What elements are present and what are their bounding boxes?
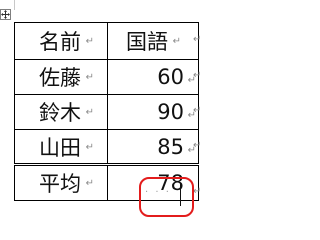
cell-end-mark: ↵ — [172, 36, 181, 47]
student-score: 90 — [157, 100, 184, 124]
cell-end-mark: ↵ — [85, 178, 94, 189]
row-end-mark: ↵ — [193, 105, 202, 116]
row-end-mark: ↵ — [193, 34, 202, 45]
highlight-annotation-circle — [139, 177, 194, 217]
table-row: 山田 ↵ 85 ↵ — [14, 129, 199, 165]
header-name-label: 名前 — [39, 30, 81, 54]
score-table: 名前 ↵ 国語 ↵ 佐藤 ↵ 60 ↵ 鈴木 ↵ 90 ↵ 山田 ↵ 85 ↵ 平均 ↵ — [14, 22, 199, 201]
table-row: 佐藤 ↵ 60 ↵ — [14, 59, 199, 95]
score-cell[interactable]: 85 ↵ — [107, 129, 199, 165]
score-cell[interactable]: 60 ↵ — [107, 59, 199, 95]
student-score: 60 — [157, 65, 184, 89]
row-end-mark: ↵ — [193, 140, 202, 151]
header-subject-label: 国語 — [126, 30, 168, 54]
row-end-mark: ↵ — [193, 186, 202, 197]
name-cell[interactable]: 佐藤 ↵ — [14, 59, 108, 95]
cell-end-mark: ↵ — [85, 72, 94, 83]
average-label: 平均 — [39, 172, 81, 196]
student-name: 鈴木 — [39, 101, 81, 125]
name-cell[interactable]: 鈴木 ↵ — [14, 94, 108, 130]
student-score: 85 — [157, 134, 184, 159]
row-end-mark: ↵ — [193, 70, 202, 81]
header-subject-cell[interactable]: 国語 ↵ — [107, 22, 199, 60]
score-cell[interactable]: 90 ↵ — [107, 94, 199, 130]
name-cell[interactable]: 山田 ↵ — [14, 129, 108, 165]
cell-end-mark: ↵ — [85, 107, 94, 118]
table-header-row: 名前 ↵ 国語 ↵ — [14, 22, 199, 60]
cell-end-mark: ↵ — [85, 36, 94, 47]
cell-end-mark: ↵ — [85, 141, 94, 153]
table-row: 鈴木 ↵ 90 ↵ — [14, 94, 199, 130]
header-name-cell[interactable]: 名前 ↵ — [14, 22, 108, 60]
student-name: 山田 — [39, 135, 81, 160]
page-margin-guide — [14, 0, 15, 10]
student-name: 佐藤 — [39, 66, 81, 90]
table-move-handle-icon[interactable] — [0, 9, 11, 20]
average-label-cell[interactable]: 平均 ↵ — [14, 163, 108, 201]
